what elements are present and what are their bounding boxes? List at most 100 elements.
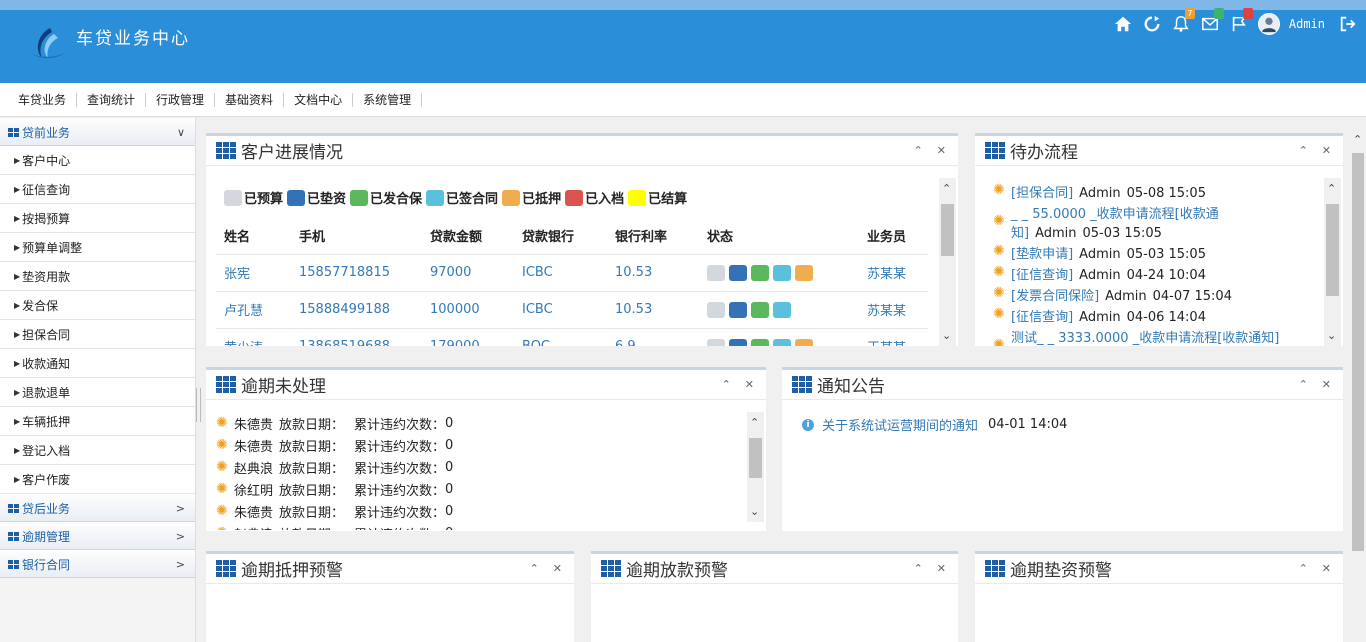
column-header[interactable]: 姓名 [216, 218, 291, 255]
table-row[interactable]: 张宪 15857718815 97000 ICBC 10.53 苏某某 [216, 254, 928, 292]
notice-item[interactable]: i 关于系统试运营期间的通知 04-01 14:04 [802, 414, 1073, 435]
scroll-thumb[interactable] [941, 204, 954, 256]
todo-link[interactable]: [发票合同保险] [1011, 289, 1099, 304]
todo-link[interactable]: [垫款申请] [1011, 247, 1073, 262]
column-header[interactable]: 贷款金额 [422, 218, 514, 255]
todo-item[interactable]: ✺ [征信查询] Admin 04-06 14:04 [993, 304, 1323, 325]
refresh-icon[interactable] [1142, 14, 1162, 34]
scroll-down-icon[interactable]: ⌄ [1327, 329, 1336, 342]
nav-item-base-data[interactable]: 基础资料 [215, 92, 285, 107]
scroll-thumb[interactable] [1326, 204, 1339, 296]
cell-rate[interactable]: 10.53 [607, 291, 699, 329]
todo-item[interactable]: ✺ [征信查询] Admin 04-24 10:04 [993, 262, 1323, 283]
todo-item[interactable]: ✺ [发票合同保险] Admin 04-07 15:04 [993, 283, 1323, 304]
cell-rate[interactable]: 10.53 [607, 254, 699, 292]
sidebar-item[interactable]: ▶ 登记入档 [0, 436, 195, 465]
sidebar-item[interactable]: ▶ 收款通知 [0, 349, 195, 378]
scroll-up-icon[interactable]: ⌃ [1327, 182, 1336, 195]
column-header[interactable]: 银行利率 [607, 218, 699, 255]
scroll-up-icon[interactable]: ⌃ [942, 182, 951, 195]
collapse-icon[interactable]: ⌃ [1299, 562, 1308, 575]
admin-name[interactable]: Admin [1289, 17, 1325, 31]
overdue-item[interactable]: ✺ 赵典浪放款日期： 累计违约次数：0 [216, 522, 459, 530]
cell-phone[interactable]: 15857718815 [291, 254, 422, 292]
overdue-item[interactable]: ✺ 朱德贵 放款日期： 累计违约次数： 0 [216, 500, 459, 522]
sidebar-group-overdue[interactable]: 逾期管理 > [0, 522, 195, 550]
scroll-down-icon[interactable]: ⌄ [942, 329, 951, 342]
cell-phone[interactable]: 15888499188 [291, 291, 422, 329]
notice-link[interactable]: 关于系统试运营期间的通知 [822, 415, 978, 434]
sidebar-item[interactable]: ▶ 按揭预算 [0, 204, 195, 233]
todo-link[interactable]: [担保合同] [1011, 186, 1073, 201]
cell-amount[interactable]: 100000 [422, 291, 514, 329]
collapse-icon[interactable]: ⌃ [914, 562, 923, 575]
customer-panel-scrollbar[interactable]: ⌃ ⌄ [939, 178, 956, 346]
cell-name[interactable]: 卢孔慧 [216, 291, 291, 329]
cell-agent[interactable]: 苏某某 [859, 254, 928, 292]
scroll-thumb[interactable] [1352, 153, 1364, 551]
nav-item-query-stats[interactable]: 查询统计 [77, 92, 147, 107]
collapse-icon[interactable]: ⌃ [914, 144, 923, 157]
todo-panel-scrollbar[interactable]: ⌃ ⌄ [1324, 178, 1341, 346]
avatar[interactable] [1257, 13, 1280, 35]
overdue-item[interactable]: ✺ 赵典浪放款日期： 累计违约次数：0 [216, 456, 459, 478]
overdue-panel-scrollbar[interactable]: ⌃ ⌄ [747, 412, 764, 522]
cell-name[interactable]: 黄少涛 [216, 328, 291, 346]
column-header[interactable]: 业务员 [859, 218, 928, 255]
bell-icon[interactable]: 7 [1171, 8, 1195, 34]
todo-item[interactable]: ✺ 测试_ _ 3333.0000 _收款申请流程[收款通知] [993, 325, 1323, 346]
flag-icon[interactable] [1229, 8, 1253, 34]
scroll-up-icon[interactable]: ⌃ [750, 416, 759, 429]
todo-link[interactable]: [征信查询] [1011, 268, 1073, 283]
cell-amount[interactable]: 97000 [422, 254, 514, 292]
close-icon[interactable]: ✕ [745, 378, 754, 391]
home-icon[interactable] [1113, 14, 1133, 34]
sidebar-item[interactable]: ▶ 客户中心 [0, 146, 195, 175]
table-row[interactable]: 卢孔慧 15888499188 100000 ICBC 10.53 苏某某 [216, 291, 928, 329]
todo-item[interactable]: ✺ [垫款申请] Admin 05-03 15:05 [993, 241, 1323, 262]
cell-phone[interactable]: 13868519688 [291, 328, 422, 346]
scroll-thumb[interactable] [749, 438, 762, 478]
nav-item-system[interactable]: 系统管理 [353, 92, 423, 107]
page-scrollbar[interactable]: ⌃ [1350, 129, 1366, 642]
sidebar-item[interactable]: ▶ 征信查询 [0, 175, 195, 204]
close-icon[interactable]: ✕ [1322, 562, 1331, 575]
todo-link[interactable]: 测试_ _ 3333.0000 _收款申请流程[收款通知] [1011, 331, 1279, 346]
todo-item[interactable]: ✺ [担保合同] Admin 05-08 15:05 [993, 180, 1323, 201]
cell-agent[interactable]: 王某某 [859, 328, 928, 346]
cell-name[interactable]: 张宪 [216, 254, 291, 292]
sidebar-item[interactable]: ▶ 退款退单 [0, 378, 195, 407]
sidebar-item[interactable]: ▶ 预算单调整 [0, 233, 195, 262]
sidebar-item[interactable]: ▶ 担保合同 [0, 320, 195, 349]
column-header[interactable]: 贷款银行 [514, 218, 607, 255]
cell-bank[interactable]: ICBC [514, 254, 607, 292]
close-icon[interactable]: ✕ [1322, 378, 1331, 391]
sidebar-group-post-loan[interactable]: 贷后业务 > [0, 494, 195, 522]
sidebar-item[interactable]: ▶ 客户作废 [0, 465, 195, 494]
nav-item-loan-business[interactable]: 车贷业务 [8, 92, 78, 107]
cell-bank[interactable]: BOC [514, 328, 607, 346]
cell-agent[interactable]: 苏某某 [859, 291, 928, 329]
close-icon[interactable]: ✕ [937, 562, 946, 575]
sidebar-splitter[interactable] [196, 388, 201, 422]
mail-icon[interactable] [1200, 8, 1224, 34]
overdue-item[interactable]: ✺ 朱德贵 放款日期： 累计违约次数： 0 [216, 412, 459, 434]
cell-bank[interactable]: ICBC [514, 291, 607, 329]
close-icon[interactable]: ✕ [937, 144, 946, 157]
collapse-icon[interactable]: ⌃ [1299, 144, 1308, 157]
collapse-icon[interactable]: ⌃ [1299, 378, 1308, 391]
cell-rate[interactable]: 6.9 [607, 328, 699, 346]
overdue-item[interactable]: ✺ 朱德贵 放款日期： 累计违约次数： 0 [216, 434, 459, 456]
sidebar-item[interactable]: ▶ 发合保 [0, 291, 195, 320]
close-icon[interactable]: ✕ [553, 562, 562, 575]
sidebar-item[interactable]: ▶ 垫资用款 [0, 262, 195, 291]
todo-link[interactable]: [征信查询] [1011, 310, 1073, 325]
nav-item-admin[interactable]: 行政管理 [146, 92, 216, 107]
collapse-icon[interactable]: ⌃ [530, 562, 539, 575]
sidebar-group-bank-contract[interactable]: 银行合同 > [0, 550, 195, 578]
collapse-icon[interactable]: ⌃ [722, 378, 731, 391]
todo-item[interactable]: ✺ _ _ 55.0000 _收款申请流程[收款通知] Admin 05-03 15:… [993, 201, 1323, 241]
sidebar-group-pre-loan[interactable]: 贷前业务 ∨ [0, 118, 195, 146]
sidebar-item[interactable]: ▶ 车辆抵押 [0, 407, 195, 436]
overdue-item[interactable]: ✺ 徐红明 放款日期： 累计违约次数： 0 [216, 478, 459, 500]
